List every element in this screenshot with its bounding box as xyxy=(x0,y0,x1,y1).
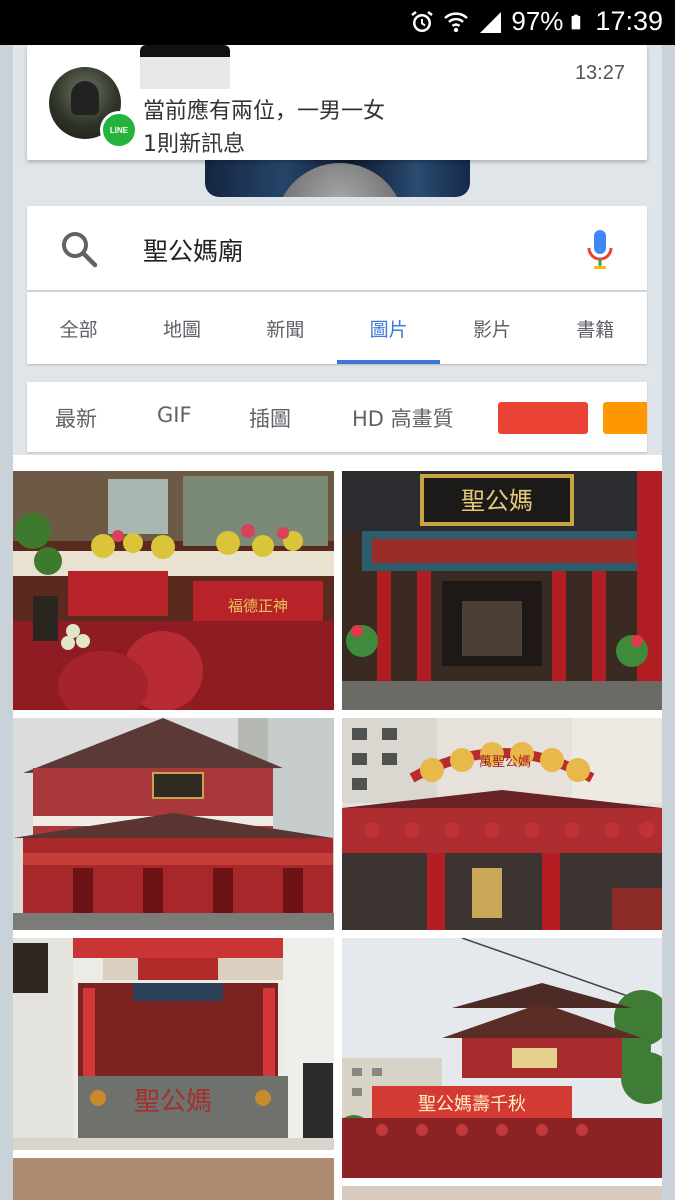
tab-all[interactable]: 全部 xyxy=(27,292,130,364)
notification-message: 當前應有兩位，一男一女 xyxy=(143,99,386,124)
notification-summary: 1則新訊息 xyxy=(143,132,245,157)
sender-name-redacted xyxy=(140,45,230,89)
notification-time: 13:27 xyxy=(574,62,625,84)
image-result-6[interactable]: 聖公媽壽千秋 xyxy=(342,938,662,1178)
filter-newest[interactable]: 最新 xyxy=(55,403,97,433)
microphone-icon[interactable] xyxy=(585,228,615,272)
line-app-icon: LINE xyxy=(100,111,138,149)
tab-images[interactable]: 圖片 xyxy=(336,292,441,364)
search-box[interactable]: 聖公媽廟 xyxy=(27,206,647,290)
gate-sign-text: 萬聖公媽 xyxy=(479,755,531,770)
color-swatch-orange[interactable] xyxy=(603,402,647,434)
image-result-3[interactable] xyxy=(13,718,334,930)
filter-gif[interactable]: GIF xyxy=(157,403,192,427)
image-result-2[interactable]: 聖公媽 xyxy=(342,471,662,710)
altar-plaque-text: 聖公媽 xyxy=(134,1087,212,1117)
alarm-icon xyxy=(411,10,434,32)
status-bar: 97% 17:39 xyxy=(0,0,675,45)
filter-hd[interactable]: HD 高畫質 xyxy=(352,403,454,433)
image-result-7[interactable] xyxy=(13,1158,334,1200)
image-result-4[interactable]: 萬聖公媽 xyxy=(342,718,662,930)
tab-videos[interactable]: 影片 xyxy=(440,292,543,364)
image-result-8[interactable] xyxy=(342,1186,662,1200)
tab-books[interactable]: 書籍 xyxy=(544,292,647,364)
image-result-5[interactable]: 聖公媽 xyxy=(13,938,334,1150)
altar-banner-text: 福德正神 xyxy=(228,597,288,615)
image-filter-bar: 最新 GIF 插圖 HD 高畫質 xyxy=(27,382,647,452)
wifi-icon xyxy=(444,11,469,32)
tab-maps[interactable]: 地圖 xyxy=(130,292,233,364)
status-time: 17:39 xyxy=(595,6,663,36)
temple-sign-board: 聖公媽 xyxy=(461,487,533,515)
tab-news[interactable]: 新聞 xyxy=(234,292,337,364)
line-notification[interactable]: LINE 當前應有兩位，一男一女 1則新訊息 13:27 xyxy=(27,45,647,160)
color-swatch-red[interactable] xyxy=(498,402,588,434)
search-input[interactable]: 聖公媽廟 xyxy=(143,232,243,268)
image-result-1[interactable]: 福德正神 xyxy=(13,471,334,710)
search-tabs: 全部 地圖 新聞 圖片 影片 書籍 xyxy=(27,292,647,364)
search-icon[interactable] xyxy=(59,229,99,269)
doodle-banner[interactable] xyxy=(205,155,470,197)
signal-icon xyxy=(480,11,502,33)
filter-clip-art[interactable]: 插圖 xyxy=(249,403,291,433)
battery-icon xyxy=(572,14,581,29)
temple-roof-sign: 聖公媽壽千秋 xyxy=(418,1094,526,1115)
battery-percent: 97% xyxy=(511,6,564,36)
